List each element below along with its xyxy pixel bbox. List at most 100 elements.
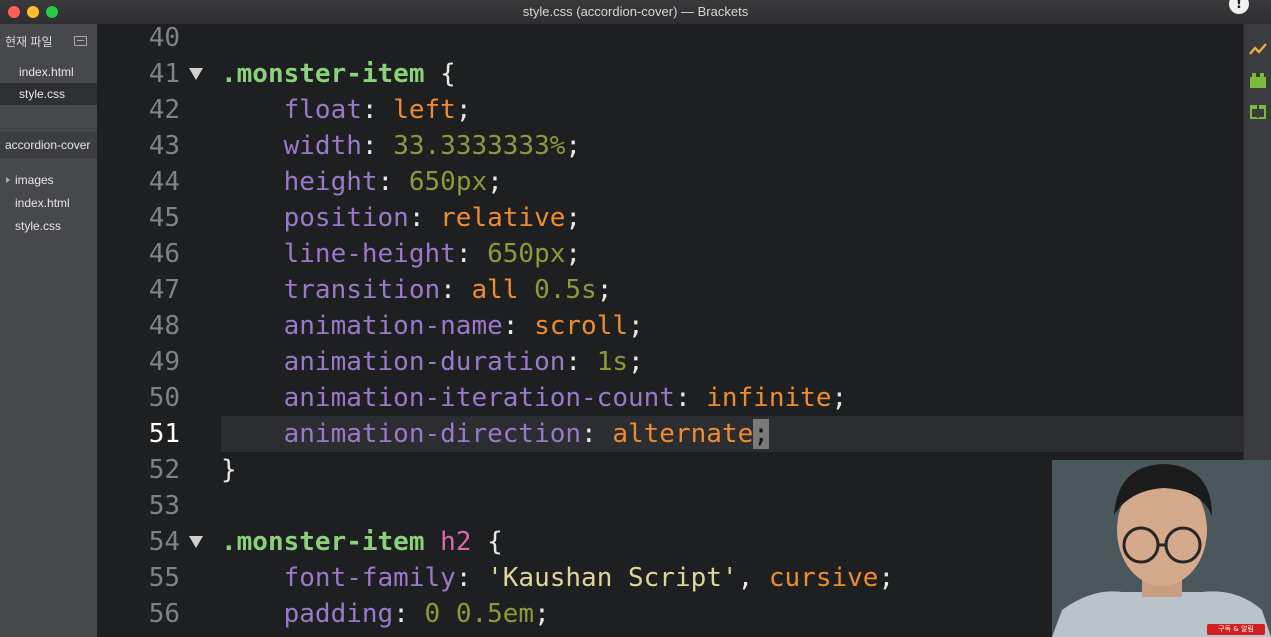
code-token: line-height [221, 239, 456, 269]
tree-file-index-html[interactable]: index.html [0, 192, 97, 214]
code-token: ; [628, 311, 644, 341]
code-token: { [424, 59, 456, 89]
code-token: ; [596, 275, 613, 305]
tree-folder-images[interactable]: images [0, 169, 97, 191]
line-number-gutter[interactable]: 40 41 42 43 44 45 46 47 48 49 50 51 52 53 54 55 56 [97, 23, 221, 637]
code-line[interactable]: transition: all 0.5s; [221, 272, 1243, 308]
code-token: alternate [612, 419, 754, 449]
working-file-style-css[interactable]: style.css [0, 83, 97, 105]
code-token: , [737, 563, 769, 593]
tree-item-label: images [15, 173, 54, 187]
sidebar: 현재 파일 index.html style.css accordion-cov… [0, 24, 97, 637]
code-line[interactable]: animation-name: scroll; [221, 308, 1243, 344]
code-token: left [393, 95, 456, 125]
code-token: : [581, 419, 613, 449]
code-line[interactable]: height: 650px; [221, 164, 1243, 200]
line-number: 51 [148, 419, 180, 449]
code-token: 'Kaushan Script' [487, 563, 738, 593]
line-number: 52 [148, 455, 180, 485]
code-token: ; [455, 95, 472, 125]
code-token: : [361, 131, 394, 161]
code-token: ; [878, 563, 895, 593]
sidebar-divider [0, 128, 97, 129]
code-token: ; [628, 347, 644, 377]
tree-item-label: style.css [15, 219, 62, 233]
line-number: 50 [148, 383, 180, 413]
code-token: : [440, 275, 472, 305]
tree-file-style-css[interactable]: style.css [0, 215, 97, 237]
code-token: ; [565, 203, 582, 233]
code-token: .monster-item [221, 59, 425, 89]
code-token: 0 [424, 599, 441, 629]
code-token: infinite [706, 383, 832, 413]
code-token: : [377, 167, 409, 197]
code-line[interactable]: animation-iteration-count: infinite; [221, 380, 1243, 416]
line-number: 43 [148, 131, 180, 161]
code-token: 33.3333333% [393, 131, 566, 161]
code-line[interactable]: animation-duration: 1s; [221, 344, 1243, 380]
line-number: 48 [148, 311, 180, 341]
code-token: ; [831, 383, 848, 413]
code-token: 0.5em [455, 599, 535, 629]
code-token: : [455, 239, 488, 269]
presenter-image [1052, 460, 1271, 637]
project-title[interactable]: accordion-cover [0, 132, 97, 158]
code-line[interactable]: .monster-item { [221, 56, 1243, 92]
code-token: : [502, 311, 535, 341]
code-line[interactable]: width: 33.3333333%; [221, 128, 1243, 164]
code-token: : [408, 203, 441, 233]
code-line[interactable]: position: relative; [221, 200, 1243, 236]
code-token: : [565, 347, 597, 377]
fold-toggle-icon[interactable] [189, 68, 203, 80]
code-token: ; [565, 131, 582, 161]
window-title: style.css (accordion-cover) — Brackets [522, 4, 749, 19]
code-token: animation-iteration-count [221, 383, 675, 413]
code-token: scroll [534, 311, 628, 341]
code-token: all [471, 275, 519, 305]
code-token: 0.5s [534, 275, 597, 305]
split-view-icon[interactable] [74, 36, 87, 46]
line-number: 47 [148, 275, 180, 305]
code-token: : [393, 599, 425, 629]
code-token: animation-name [221, 311, 503, 341]
extension-manager-icon[interactable] [1248, 70, 1268, 90]
subscribe-badge: 구독 & 알림 [1207, 624, 1265, 635]
gift-icon[interactable] [1248, 100, 1268, 120]
code-token: 650px [408, 167, 488, 197]
line-number: 56 [148, 599, 180, 629]
code-token: relative [440, 203, 566, 233]
code-token: font-family [221, 563, 456, 593]
code-token: transition [221, 275, 441, 305]
code-line[interactable]: line-height: 650px; [221, 236, 1243, 272]
code-token: height [221, 167, 378, 197]
code-line[interactable] [221, 20, 1243, 56]
folder-expand-icon[interactable] [6, 177, 10, 183]
line-number: 45 [148, 203, 180, 233]
code-token: h2 [440, 527, 472, 557]
code-token: : [361, 95, 394, 125]
code-token: float [221, 95, 362, 125]
line-number: 53 [148, 491, 180, 521]
text-cursor: ; [753, 419, 769, 449]
code-token: } [221, 455, 237, 485]
code-line[interactable]: animation-direction: alternate; [221, 416, 1243, 452]
webcam-overlay: 구독 & 알림 [1052, 460, 1271, 637]
line-number: 44 [148, 167, 180, 197]
code-line[interactable]: float: left; [221, 92, 1243, 128]
working-files-header: 현재 파일 [5, 35, 53, 49]
code-token: padding [221, 599, 394, 629]
code-token: ; [487, 167, 503, 197]
line-number: 40 [148, 23, 180, 53]
line-number: 55 [148, 563, 180, 593]
working-file-index-html[interactable]: index.html [0, 61, 97, 83]
code-token: : [674, 383, 707, 413]
code-token: ; [565, 239, 582, 269]
code-token: 650px [487, 239, 566, 269]
fold-toggle-icon[interactable] [189, 536, 203, 548]
code-token: position [221, 203, 409, 233]
live-preview-icon[interactable] [1248, 40, 1268, 60]
line-number: 42 [148, 95, 180, 125]
